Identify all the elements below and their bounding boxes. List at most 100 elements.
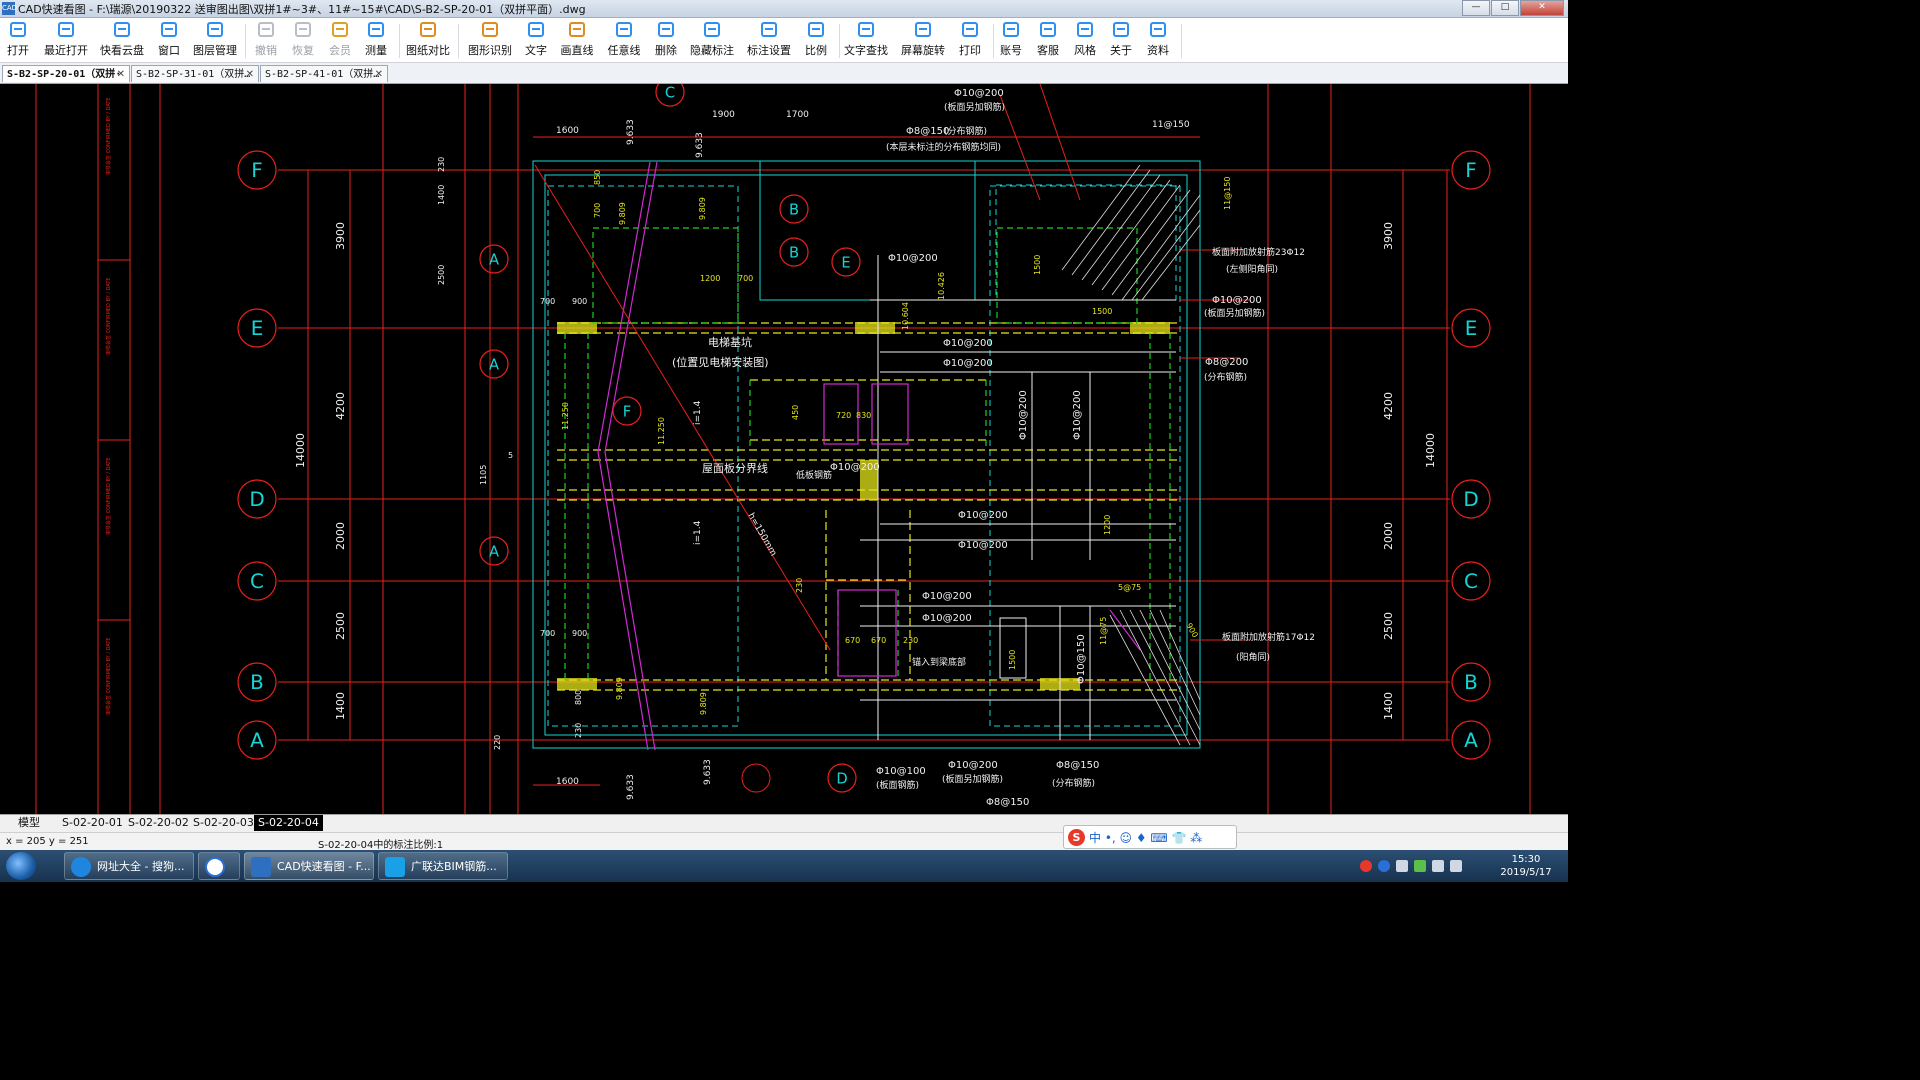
toolbar-button-label: 撤销 [255, 44, 277, 57]
toolbar-button-pen[interactable]: 任意线 [606, 21, 642, 61]
toolbar-button-vip[interactable]: 会员 [325, 21, 355, 61]
minimize-button[interactable]: — [1462, 0, 1490, 16]
axis-label: A [489, 356, 499, 373]
rebar-label: Φ10@200 [888, 253, 938, 264]
toolbar-button-rotate[interactable]: 屏幕旋转 [901, 21, 945, 61]
toolbar-button-user[interactable]: 账号 [996, 21, 1026, 61]
note-text: (板面另加钢筋) [1204, 307, 1265, 319]
taskbar-item-baidu[interactable] [198, 852, 240, 880]
toolbar-button-style[interactable]: 风格 [1070, 21, 1100, 61]
taskbar-item-cad[interactable]: CAD快速看图 - F... [244, 852, 374, 880]
toolbar-button-undo[interactable]: 撤销 [251, 21, 281, 61]
close-tab-icon[interactable]: ✕ [117, 66, 125, 82]
toolbar-button-scale[interactable]: 比例 [801, 21, 831, 61]
layout-tab[interactable]: S-02-20-03 [193, 815, 254, 831]
toolbar-button-window[interactable]: 窗口 [154, 21, 184, 61]
dim-text: 1200 [1103, 515, 1112, 535]
toolbar-separator [839, 24, 840, 58]
security-tray-icon[interactable] [1414, 860, 1426, 872]
dim-text: 700 [738, 274, 753, 283]
dim-text: 3900 [1382, 222, 1395, 250]
toolbar-button-compare[interactable]: 图纸对比 [406, 21, 450, 61]
dim-text: 1600 [556, 777, 579, 787]
dim-text: 670 [871, 636, 886, 645]
dim-text: 1500 [1033, 255, 1042, 275]
note-text: 板面附加放射筋23Φ12 [1212, 246, 1305, 258]
window-icon [159, 21, 179, 39]
toolbar-button-cloud[interactable]: 快看云盘 [100, 21, 144, 61]
file-tab[interactable]: S-B2-SP-31-01（双拼… ✕ [131, 65, 259, 82]
note-text: 电梯基坑 [708, 335, 752, 349]
toolbar-button-label: 最近打开 [44, 44, 88, 57]
wall-lines [564, 227, 1171, 680]
axis-label: A [489, 543, 499, 560]
rebar-label: Φ10@200 [1018, 390, 1029, 440]
maximize-button[interactable]: □ [1491, 0, 1519, 16]
flag-tray-icon[interactable] [1396, 860, 1408, 872]
toolbar-button-ruler[interactable]: 测量 [361, 21, 391, 61]
sogou-tray-icon[interactable] [1360, 860, 1372, 872]
drawing-canvas[interactable]: 审核会签 CONFIRMED BY / DATE 审核会签 CONFIRMED … [0, 84, 1568, 814]
network-icon[interactable] [1432, 860, 1444, 872]
note-text: (板面另加钢筋) [942, 773, 1003, 785]
toolbar-button-layers[interactable]: 图层管理 [193, 21, 237, 61]
toolbar-button-label: 窗口 [158, 44, 180, 57]
file-tab-label: S-B2-SP-20-01（双拼· [7, 69, 122, 80]
taskbar-item-browser[interactable]: 网址大全 - 搜狗... [64, 852, 194, 880]
toolbar-button-label: 屏幕旋转 [901, 44, 945, 57]
system-clock[interactable]: 15:30 2019/5/17 [1500, 853, 1552, 879]
taskbar-item-label: 网址大全 - 搜狗... [97, 860, 185, 873]
help-tray-icon[interactable] [1378, 860, 1390, 872]
toolbar-button-label: 客服 [1037, 44, 1059, 57]
layout-tab[interactable]: S-02-20-01 [62, 815, 123, 831]
toolbar-button-folder-open[interactable]: 打开 [3, 21, 33, 61]
total-dim-text: 14000 [1424, 433, 1437, 468]
toolbar-button-hide[interactable]: 隐藏标注 [690, 21, 734, 61]
toolbar-button-docs[interactable]: 资料 [1143, 21, 1173, 61]
close-tab-icon[interactable]: ✕ [375, 66, 383, 82]
toolbar-button-text-search[interactable]: 文字查找 [844, 21, 888, 61]
toolbar-button-label: 图纸对比 [406, 44, 450, 57]
toolbar-button-shape-recognize[interactable]: 图形识别 [468, 21, 512, 61]
file-tab[interactable]: S-B2-SP-20-01（双拼· ✕ [2, 65, 130, 82]
close-button[interactable]: ✕ [1520, 0, 1564, 16]
layout-tab-active[interactable]: S-02-20-04 [254, 815, 323, 831]
text-search-icon [856, 21, 876, 39]
clock-date: 2019/5/17 [1500, 867, 1552, 878]
system-tray [1360, 854, 1480, 878]
dim-text: 1200 [700, 274, 720, 283]
toolbar-button-history[interactable]: 最近打开 [44, 21, 88, 61]
total-dim-text: 14000 [294, 433, 307, 468]
dim-text: 9.809 [618, 202, 627, 225]
side-stamp: 审核会签 CONFIRMED BY / DATE [105, 637, 112, 715]
ruler-icon [366, 21, 386, 39]
close-tab-icon[interactable]: ✕ [246, 66, 254, 82]
note-text: (阳角同) [1236, 651, 1270, 663]
toolbar-button-headset[interactable]: 客服 [1033, 21, 1063, 61]
toolbar-button-info[interactable]: 关于 [1106, 21, 1136, 61]
dim-text: 9.809 [698, 197, 707, 220]
note-text: (分布钢筋) [1204, 371, 1247, 383]
toolbar-button-annotation-settings[interactable]: 标注设置 [747, 21, 791, 61]
axis-label: E [841, 254, 850, 271]
dim-text: 700 [593, 203, 602, 218]
start-button[interactable] [6, 852, 36, 880]
toolbar-button-line[interactable]: 画直线 [559, 21, 595, 61]
toolbar-button-label: 会员 [329, 44, 351, 57]
compare-icon [418, 21, 438, 39]
file-tab[interactable]: S-B2-SP-41-01（双拼… ✕ [260, 65, 388, 82]
glodon-app-icon [385, 857, 405, 877]
folder-open-icon [8, 21, 28, 39]
rebar-label: Φ8@150 [1056, 760, 1099, 771]
toolbar-button-text[interactable]: 文字 [521, 21, 551, 61]
layout-tab[interactable]: S-02-20-02 [128, 815, 189, 831]
dim-text: 1400 [437, 185, 446, 205]
toolbar-button-redo[interactable]: 恢复 [288, 21, 318, 61]
taskbar-item-glodon[interactable]: 广联达BIM钢筋... [378, 852, 508, 880]
toolbar-button-printer[interactable]: 打印 [955, 21, 985, 61]
volume-icon[interactable] [1450, 860, 1462, 872]
layout-tab-model[interactable]: 模型 [18, 815, 40, 831]
axis-label: D [249, 487, 264, 511]
ime-toolbar[interactable]: S 中 •, ☺ ♦ ⌨ 👕 ⁂ [1063, 825, 1237, 849]
toolbar-button-eraser[interactable]: 删除 [651, 21, 681, 61]
